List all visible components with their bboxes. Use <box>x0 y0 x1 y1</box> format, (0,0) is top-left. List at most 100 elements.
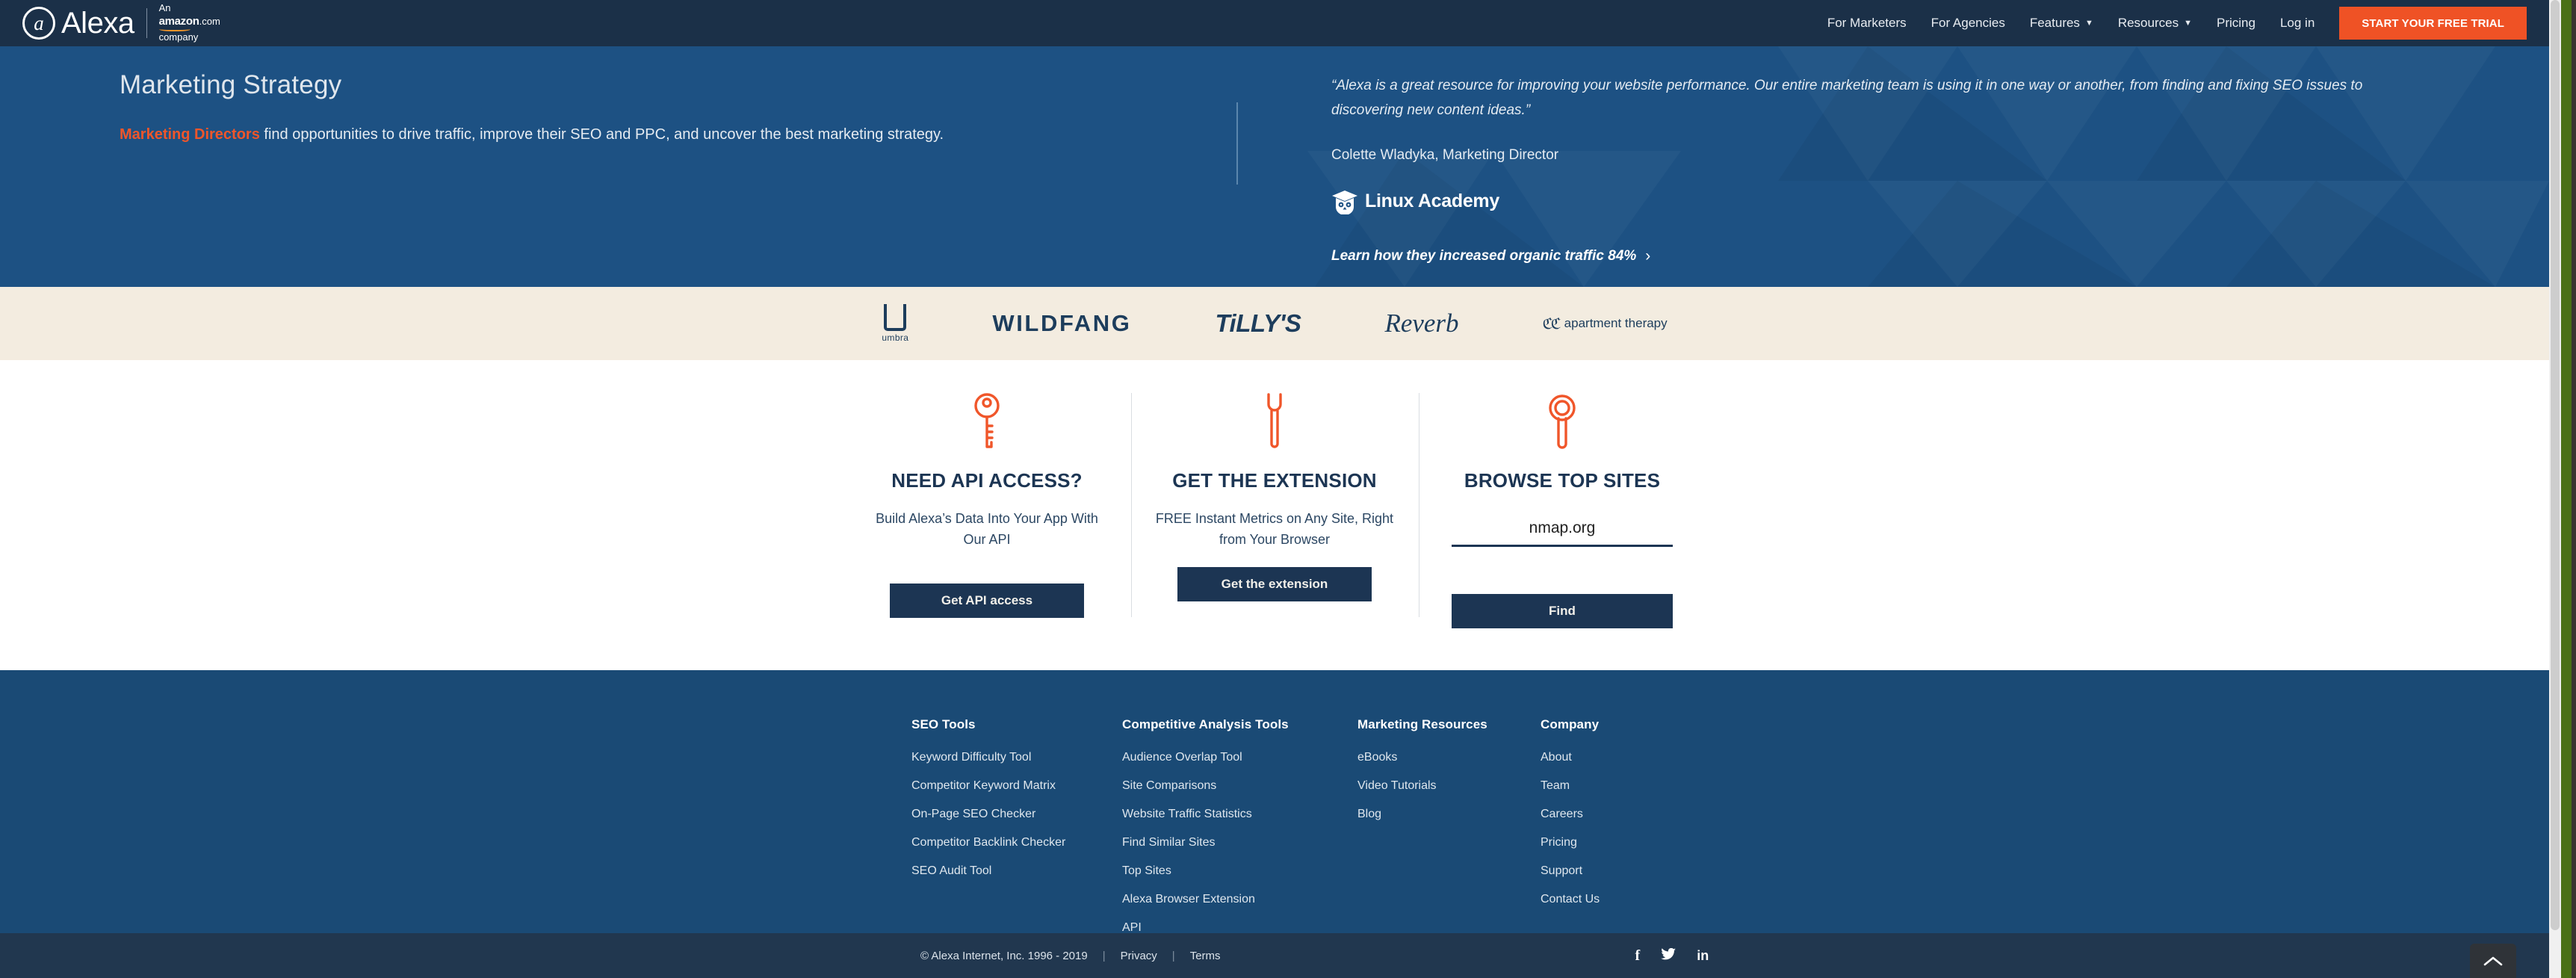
client-logos-band: umbra WILDFANG TiLLY'S Reverb ℭℭ apartme… <box>0 287 2549 360</box>
hero-subtitle-rest: find opportunities to drive traffic, imp… <box>259 126 944 143</box>
graduation-owl-icon <box>1332 190 1357 214</box>
card-description: FREE Instant Metrics on Any Site, Right … <box>1155 511 1394 547</box>
footer-link[interactable]: Careers <box>1541 808 1724 821</box>
page-root: a Alexa An amazon.com company For Market… <box>0 0 2576 978</box>
nav-item-for-marketers[interactable]: For Marketers <box>1827 16 1907 31</box>
learn-more-link[interactable]: Learn how they increased organic traffic… <box>1331 247 2392 265</box>
nav-label: Pricing <box>2216 16 2255 30</box>
footer-column-heading: Company <box>1541 717 1600 731</box>
footer-link[interactable]: Website Traffic Statistics <box>1122 808 1357 821</box>
footer-link[interactable]: Competitor Backlink Checker <box>911 836 1122 849</box>
nav-label: Log in <box>2279 16 2315 30</box>
top-navigation-bar: a Alexa An amazon.com company For Market… <box>0 0 2549 46</box>
hero-subtitle-highlight: Marketing Directors <box>120 126 260 143</box>
footer-link[interactable]: SEO Audit Tool <box>911 864 1122 878</box>
footer-link[interactable]: On-Page SEO Checker <box>911 808 1122 821</box>
brand-logo-tillys: TiLLY'S <box>1215 309 1301 337</box>
hero-subtitle: Marketing Directors find opportunities t… <box>120 126 1236 143</box>
footer-link[interactable]: Video Tutorials <box>1357 779 1541 793</box>
nav-item-for-agencies[interactable]: For Agencies <box>1931 16 2005 31</box>
footer-column-company: Company About Team Careers Pricing Suppo… <box>1541 717 1724 950</box>
legal-separator: | <box>1171 949 1175 962</box>
footer-bottom-bar: © Alexa Internet, Inc. 1996 - 2019 | Pri… <box>0 933 2549 978</box>
chevron-right-icon: › <box>1645 247 1651 264</box>
key-icon <box>974 393 1000 448</box>
chevron-down-icon: ▼ <box>2084 18 2093 28</box>
footer-link[interactable]: Site Comparisons <box>1122 779 1357 793</box>
tagline-amazon: amazon <box>158 14 199 28</box>
magnifier-icon <box>1549 394 1576 449</box>
chevron-up-icon <box>2483 956 2503 965</box>
cta-cards-section: NEED API ACCESS? Build Alexa’s Data Into… <box>0 360 2549 670</box>
terms-link[interactable]: Terms <box>1190 950 1221 962</box>
footer-link[interactable]: Top Sites <box>1122 864 1357 878</box>
footer-link[interactable]: Pricing <box>1541 836 1724 849</box>
footer-link[interactable]: Alexa Browser Extension <box>1122 893 1357 906</box>
card-extension: GET THE EXTENSION FREE Instant Metrics o… <box>1130 389 1419 670</box>
card-api-access: NEED API ACCESS? Build Alexa’s Data Into… <box>843 389 1131 670</box>
footer-column-heading: Marketing Resources <box>1357 717 1487 731</box>
linux-academy-logo: Linux Academy <box>1331 189 2392 214</box>
card-top-sites: BROWSE TOP SITES Find <box>1418 389 1706 670</box>
nav-item-resources[interactable]: Resources ▼ <box>2118 16 2192 31</box>
footer-link[interactable]: About <box>1541 751 1724 764</box>
brand-label: umbra <box>882 332 909 343</box>
testimonial-block: “Alexa is a great resource for improving… <box>1238 46 2392 287</box>
brand-logo-reverb: Reverb <box>1384 309 1459 338</box>
linkedin-icon[interactable]: in <box>1697 949 1709 962</box>
find-button[interactable]: Find <box>1452 594 1673 628</box>
page-scrollbar[interactable] <box>2549 0 2561 978</box>
linux-academy-name: Linux Academy <box>1365 191 1499 211</box>
hero-content: Marketing Strategy Marketing Directors f… <box>0 46 2549 287</box>
get-api-access-button[interactable]: Get API access <box>890 583 1084 618</box>
scroll-to-top-button[interactable] <box>2470 944 2516 978</box>
amazon-company-tagline: An amazon.com company <box>158 2 220 43</box>
card-description: Build Alexa’s Data Into Your App With Ou… <box>876 511 1098 547</box>
footer-column-competitive-analysis: Competitive Analysis Tools Audience Over… <box>1122 717 1357 950</box>
footer-link[interactable]: Find Similar Sites <box>1122 836 1357 849</box>
brand-logo-umbra: umbra <box>882 304 908 343</box>
alexa-wordmark: Alexa <box>61 6 134 40</box>
card-icon-wrap <box>1544 389 1581 450</box>
hero-section: Marketing Strategy Marketing Directors f… <box>0 46 2549 287</box>
umbra-mark-icon <box>884 304 907 331</box>
nav-item-pricing[interactable]: Pricing <box>2217 16 2255 31</box>
start-free-trial-button[interactable]: START YOUR FREE TRIAL <box>2339 7 2527 40</box>
alexa-logo[interactable]: a Alexa An amazon.com company <box>22 2 220 43</box>
alexa-circle-a-icon: a <box>22 7 55 40</box>
scrollbar-thumb[interactable] <box>2551 0 2560 930</box>
nav-item-features[interactable]: Features ▼ <box>2030 16 2093 31</box>
footer-column-marketing-resources: Marketing Resources eBooks Video Tutoria… <box>1357 717 1541 950</box>
social-links: f in <box>1635 947 1709 964</box>
footer-link[interactable]: Competitor Keyword Matrix <box>911 779 1122 793</box>
get-the-extension-button[interactable]: Get the extension <box>1177 566 1372 601</box>
hero-left-column: Marketing Strategy Marketing Directors f… <box>0 46 1236 287</box>
card-title: NEED API ACCESS? <box>891 469 1083 492</box>
footer-link[interactable]: eBooks <box>1357 751 1541 764</box>
footer-link[interactable]: Audience Overlap Tool <box>1122 751 1357 764</box>
twitter-icon[interactable] <box>1661 947 1676 964</box>
nav-label: For Agencies <box>1931 16 2005 30</box>
footer-link[interactable]: Contact Us <box>1541 893 1724 906</box>
footer-link[interactable]: Keyword Difficulty Tool <box>911 751 1122 764</box>
tagline-an: An <box>158 2 171 14</box>
brand-logo-wildfang: WILDFANG <box>992 310 1132 336</box>
nav-item-log-in[interactable]: Log in <box>2280 16 2315 31</box>
nav-label: Features <box>2029 16 2080 30</box>
browser-viewport: a Alexa An amazon.com company For Market… <box>0 0 2549 978</box>
footer-column-heading: Competitive Analysis Tools <box>1122 717 1289 731</box>
footer: SEO Tools Keyword Difficulty Tool Compet… <box>0 670 2549 934</box>
footer-link[interactable]: Blog <box>1357 808 1541 821</box>
footer-column-seo-tools: SEO Tools Keyword Difficulty Tool Compet… <box>911 717 1122 950</box>
facebook-icon[interactable]: f <box>1635 948 1641 963</box>
screen-edge <box>2572 0 2576 978</box>
top-sites-search-input[interactable] <box>1452 519 1673 547</box>
tagline-company: company <box>158 31 199 43</box>
privacy-link[interactable]: Privacy <box>1121 950 1157 962</box>
footer-link[interactable]: Support <box>1541 864 1724 878</box>
testimonial-attribution: Colette Wladyka, Marketing Director <box>1331 146 1559 163</box>
card-title: BROWSE TOP SITES <box>1464 469 1661 492</box>
tagline-amazon-tld: .com <box>199 15 220 27</box>
nav-label: Resources <box>2117 16 2179 30</box>
footer-link[interactable]: Team <box>1541 779 1724 793</box>
